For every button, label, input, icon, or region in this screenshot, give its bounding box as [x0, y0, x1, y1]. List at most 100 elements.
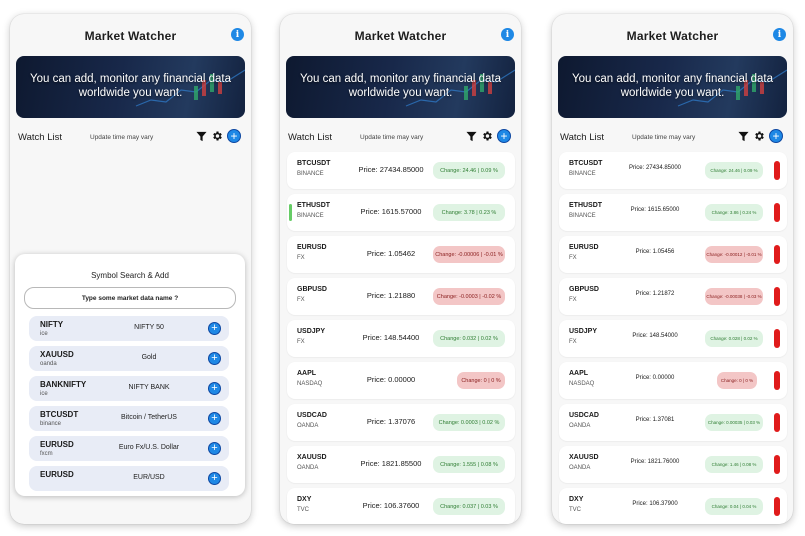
promo-banner: You can add, monitor any financial data …: [286, 56, 515, 118]
gear-icon[interactable]: [481, 130, 493, 142]
app-title: Market Watcher: [354, 29, 447, 43]
row-exchange: OANDA: [297, 423, 319, 429]
row-exchange: FX: [297, 297, 305, 303]
result-symbol: EURUSD: [40, 440, 74, 449]
row-change-badge: Change: 0.037 | 0.03 %: [433, 498, 505, 515]
row-exchange: FX: [569, 297, 577, 303]
delete-row-button[interactable]: [774, 245, 780, 264]
row-change-badge: Change: -0.0003 | -0.02 %: [433, 288, 505, 305]
watch-row[interactable]: AAPL NASDAQ Price: 0.00000 Change: 0 | 0…: [287, 362, 515, 399]
filter-icon[interactable]: [196, 131, 207, 142]
row-change-badge: Change: 0 | 0 %: [457, 372, 505, 389]
row-symbol: XAUUSD: [297, 454, 327, 461]
watch-row[interactable]: USDCAD OANDA Price: 1.37076 Change: 0.00…: [287, 404, 515, 441]
watch-row[interactable]: ETHUSDT BINANCE Price: 1615.57000 Change…: [287, 194, 515, 231]
plus-circle-icon[interactable]: +: [208, 442, 221, 455]
watch-row[interactable]: EURUSD FX Price: 1.05462 Change: -0.0000…: [287, 236, 515, 273]
row-exchange: BINANCE: [569, 213, 596, 219]
row-price: Price: 148.54000: [632, 333, 678, 339]
row-exchange: BINANCE: [569, 171, 596, 177]
watch-row[interactable]: XAUUSD OANDA Price: 1821.85500 Change: 1…: [287, 446, 515, 483]
result-name: Gold: [141, 354, 157, 361]
row-price: Price: 106.37600: [362, 501, 420, 510]
watch-row[interactable]: AAPL NASDAQ Price: 0.00000 Change: 0 | 0…: [559, 362, 787, 399]
watch-list-header: Watch List Update time may vary +: [288, 129, 513, 147]
add-symbol-button[interactable]: +: [769, 129, 783, 143]
promo-banner: You can add, monitor any financial data …: [558, 56, 787, 118]
info-icon[interactable]: i: [231, 28, 244, 41]
watch-row[interactable]: DXY TVC Price: 106.37900 Change: 0.04 | …: [559, 488, 787, 524]
row-symbol: ETHUSDT: [297, 202, 331, 209]
search-input[interactable]: [24, 287, 236, 309]
search-result-item[interactable]: BTCUSDT binance Bitcoin / TetherUS +: [29, 406, 229, 431]
delete-row-button[interactable]: [774, 161, 780, 180]
watch-list-title: Watch List: [560, 132, 604, 143]
row-price: Price: 1.37076: [366, 417, 416, 426]
delete-row-button[interactable]: [774, 203, 780, 222]
plus-circle-icon[interactable]: +: [208, 322, 221, 335]
row-symbol: BTCUSDT: [297, 160, 331, 167]
gear-icon[interactable]: [753, 130, 765, 142]
search-result-item[interactable]: EURUSD EUR/USD +: [29, 466, 229, 491]
row-exchange: TVC: [297, 507, 309, 513]
toolbar: +: [196, 129, 241, 143]
watch-row[interactable]: DXY TVC Price: 106.37600 Change: 0.037 |…: [287, 488, 515, 524]
filter-icon[interactable]: [466, 131, 477, 142]
result-name: EUR/USD: [133, 474, 165, 481]
row-exchange: BINANCE: [297, 213, 324, 219]
update-note: Update time may vary: [360, 134, 424, 141]
search-result-item[interactable]: EURUSD fxcm Euro Fx/U.S. Dollar +: [29, 436, 229, 461]
delete-row-button[interactable]: [774, 413, 780, 432]
toolbar: +: [466, 129, 511, 143]
watch-row[interactable]: BTCUSDT BINANCE Price: 27434.85000 Chang…: [287, 152, 515, 189]
watch-row[interactable]: GBPUSD FX Price: 1.21880 Change: -0.0003…: [287, 278, 515, 315]
row-symbol: USDJPY: [569, 328, 598, 335]
info-icon[interactable]: i: [501, 28, 514, 41]
row-price: Price: 1.37081: [635, 417, 675, 423]
filter-icon[interactable]: [738, 131, 749, 142]
delete-row-button[interactable]: [774, 497, 780, 516]
plus-circle-icon[interactable]: +: [208, 472, 221, 485]
plus-circle-icon[interactable]: +: [208, 352, 221, 365]
row-symbol: DXY: [297, 496, 312, 503]
row-change-badge: Change: 0.04 | 0.04 %: [705, 498, 763, 515]
search-result-item[interactable]: BANKNIFTY ice NIFTY BANK +: [29, 376, 229, 401]
gear-icon[interactable]: [211, 130, 223, 142]
add-symbol-button[interactable]: +: [497, 129, 511, 143]
row-price: Price: 148.54400: [362, 333, 420, 342]
search-result-item[interactable]: XAUUSD oanda Gold +: [29, 346, 229, 371]
phone-screen-watchlist-edit: Market Watcher i You can add, monitor an…: [552, 14, 793, 524]
promo-banner: You can add, monitor any financial data …: [16, 56, 245, 118]
delete-row-button[interactable]: [774, 371, 780, 390]
drag-handle[interactable]: [289, 204, 292, 221]
watch-row[interactable]: BTCUSDT BINANCE Price: 27434.85000 Chang…: [559, 152, 787, 189]
row-price: Price: 0.00000: [366, 375, 416, 384]
watch-row[interactable]: EURUSD FX Price: 1.05456 Change: -0.0001…: [559, 236, 787, 273]
watch-row[interactable]: USDJPY FX Price: 148.54400 Change: 0.032…: [287, 320, 515, 357]
row-price: Price: 27434.85000: [358, 165, 424, 174]
plus-circle-icon[interactable]: +: [208, 382, 221, 395]
row-exchange: OANDA: [569, 465, 591, 471]
delete-row-button[interactable]: [774, 287, 780, 306]
search-results: NIFTY ice NIFTY 50 + XAUUSD oanda Gold +…: [29, 316, 229, 496]
watch-row[interactable]: GBPUSD FX Price: 1.21872 Change: -0.0003…: [559, 278, 787, 315]
info-icon[interactable]: i: [773, 28, 786, 41]
plus-circle-icon[interactable]: +: [208, 412, 221, 425]
row-symbol: AAPL: [569, 370, 589, 377]
search-result-item[interactable]: NIFTY ice NIFTY 50 +: [29, 316, 229, 341]
delete-row-button[interactable]: [774, 329, 780, 348]
watch-row[interactable]: XAUUSD OANDA Price: 1821.76000 Change: 1…: [559, 446, 787, 483]
watch-row[interactable]: USDCAD OANDA Price: 1.37081 Change: 0.00…: [559, 404, 787, 441]
row-price: Price: 1821.85500: [360, 459, 422, 468]
watch-row[interactable]: ETHUSDT BINANCE Price: 1615.65000 Change…: [559, 194, 787, 231]
row-price: Price: 1.21872: [635, 291, 675, 297]
add-symbol-button[interactable]: +: [227, 129, 241, 143]
row-price: Price: 0.00000: [635, 375, 675, 381]
row-exchange: FX: [297, 255, 305, 261]
row-exchange: FX: [569, 339, 577, 345]
row-change-badge: Change: 0.0003 | 0.02 %: [433, 414, 505, 431]
result-name: NIFTY 50: [134, 324, 164, 331]
row-symbol: BTCUSDT: [569, 160, 603, 167]
watch-row[interactable]: USDJPY FX Price: 148.54000 Change: 0.028…: [559, 320, 787, 357]
delete-row-button[interactable]: [774, 455, 780, 474]
